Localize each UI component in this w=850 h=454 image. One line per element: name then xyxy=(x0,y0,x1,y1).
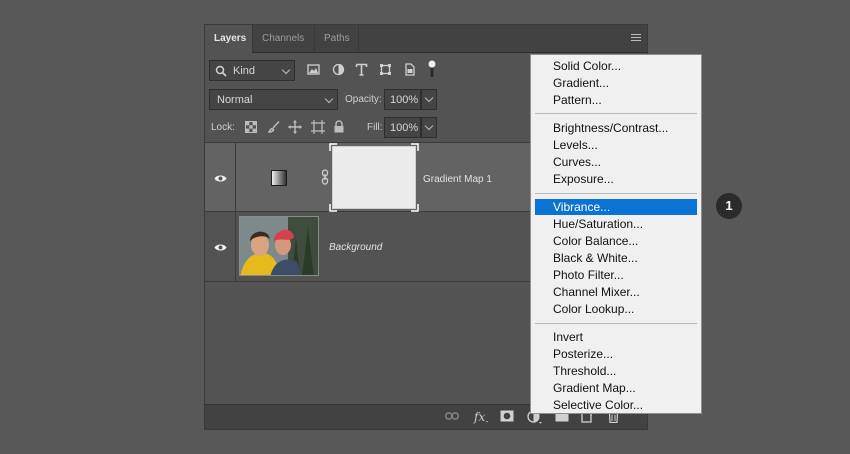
menu-item-channel-mixer[interactable]: Channel Mixer... xyxy=(535,284,697,300)
panel-menu-icon[interactable] xyxy=(631,34,641,42)
fill-label: Fill: xyxy=(367,122,383,133)
type-layer-filter-icon[interactable] xyxy=(355,63,368,76)
tab-paths[interactable]: Paths xyxy=(314,25,359,52)
layer-name[interactable]: Background xyxy=(329,242,382,253)
layer-thumbnail[interactable] xyxy=(239,216,319,276)
menu-item-invert[interactable]: Invert xyxy=(535,329,697,345)
photo-thumbnail-image xyxy=(240,217,318,275)
opacity-label: Opacity: xyxy=(345,94,382,105)
shape-layer-filter-icon[interactable] xyxy=(379,63,392,76)
fill-input[interactable]: 100% xyxy=(384,117,421,138)
menu-item-hue-saturation[interactable]: Hue/Saturation... xyxy=(535,216,697,232)
chain-link-icon[interactable] xyxy=(321,169,329,185)
gradient-map-adjustment-icon xyxy=(271,170,287,186)
menu-separator xyxy=(535,323,697,324)
search-icon xyxy=(215,65,227,77)
chevron-down-icon xyxy=(424,93,434,103)
tab-channels[interactable]: Channels xyxy=(252,25,314,52)
filter-toggle-icon[interactable] xyxy=(427,60,437,78)
menu-item-brightness-contrast[interactable]: Brightness/Contrast... xyxy=(535,120,697,136)
lock-position-icon[interactable] xyxy=(288,120,302,134)
adjustment-layer-filter-icon[interactable] xyxy=(332,63,345,76)
filter-kind-label: Kind xyxy=(233,65,256,77)
menu-item-gradient[interactable]: Gradient... xyxy=(535,75,697,91)
layer-name[interactable]: Gradient Map 1 xyxy=(423,174,492,185)
pixel-layer-filter-icon[interactable] xyxy=(307,63,320,76)
menu-item-selective-color[interactable]: Selective Color... xyxy=(535,397,697,413)
eye-icon xyxy=(214,244,227,251)
menu-item-black-white[interactable]: Black & White... xyxy=(535,250,697,266)
add-mask-icon[interactable] xyxy=(500,410,514,422)
blend-mode-value: Normal xyxy=(217,94,253,106)
lock-artboard-icon[interactable] xyxy=(311,120,325,134)
svg-text:fx: fx xyxy=(473,410,485,424)
link-layers-icon[interactable] xyxy=(445,412,459,420)
filter-kind-select[interactable]: Kind xyxy=(209,60,295,81)
smart-object-filter-icon[interactable] xyxy=(403,63,416,76)
fill-value: 100% xyxy=(390,122,419,134)
menu-item-curves[interactable]: Curves... xyxy=(535,154,697,170)
visibility-toggle[interactable] xyxy=(205,143,236,211)
opacity-input[interactable]: 100% xyxy=(384,89,421,110)
layer-mask-thumbnail[interactable] xyxy=(332,146,416,209)
menu-item-photo-filter[interactable]: Photo Filter... xyxy=(535,267,697,283)
tab-layers[interactable]: Layers xyxy=(205,25,252,53)
menu-item-gradient-map[interactable]: Gradient Map... xyxy=(535,380,697,396)
lock-all-icon[interactable] xyxy=(333,120,345,133)
adjustment-layer-menu: Solid Color... Gradient... Pattern... Br… xyxy=(530,54,702,414)
menu-item-solid-color[interactable]: Solid Color... xyxy=(535,58,697,74)
menu-separator xyxy=(535,113,697,114)
fx-icon[interactable]: fx xyxy=(473,410,489,424)
lock-label: Lock: xyxy=(211,122,235,133)
lock-image-pixels-icon[interactable] xyxy=(268,120,281,133)
menu-item-threshold[interactable]: Threshold... xyxy=(535,363,697,379)
blend-mode-select[interactable]: Normal xyxy=(209,89,338,110)
lock-transparent-pixels-icon[interactable] xyxy=(245,121,257,133)
chevron-down-icon xyxy=(324,94,334,104)
menu-item-pattern[interactable]: Pattern... xyxy=(535,92,697,108)
step-number-badge: 1 xyxy=(716,193,742,219)
menu-item-exposure[interactable]: Exposure... xyxy=(535,171,697,187)
menu-separator xyxy=(535,193,697,194)
menu-item-color-balance[interactable]: Color Balance... xyxy=(535,233,697,249)
opacity-dropdown-button[interactable] xyxy=(421,89,437,110)
visibility-toggle[interactable] xyxy=(205,212,236,281)
menu-item-vibrance[interactable]: Vibrance... xyxy=(535,199,697,215)
eye-icon xyxy=(214,175,227,182)
chevron-down-icon xyxy=(424,121,434,131)
chevron-down-icon xyxy=(281,65,291,75)
menu-item-levels[interactable]: Levels... xyxy=(535,137,697,153)
panel-tab-bar: Layers Channels Paths xyxy=(205,25,647,53)
menu-item-posterize[interactable]: Posterize... xyxy=(535,346,697,362)
menu-item-color-lookup[interactable]: Color Lookup... xyxy=(535,301,697,317)
opacity-value: 100% xyxy=(390,94,419,106)
fill-dropdown-button[interactable] xyxy=(421,117,437,138)
